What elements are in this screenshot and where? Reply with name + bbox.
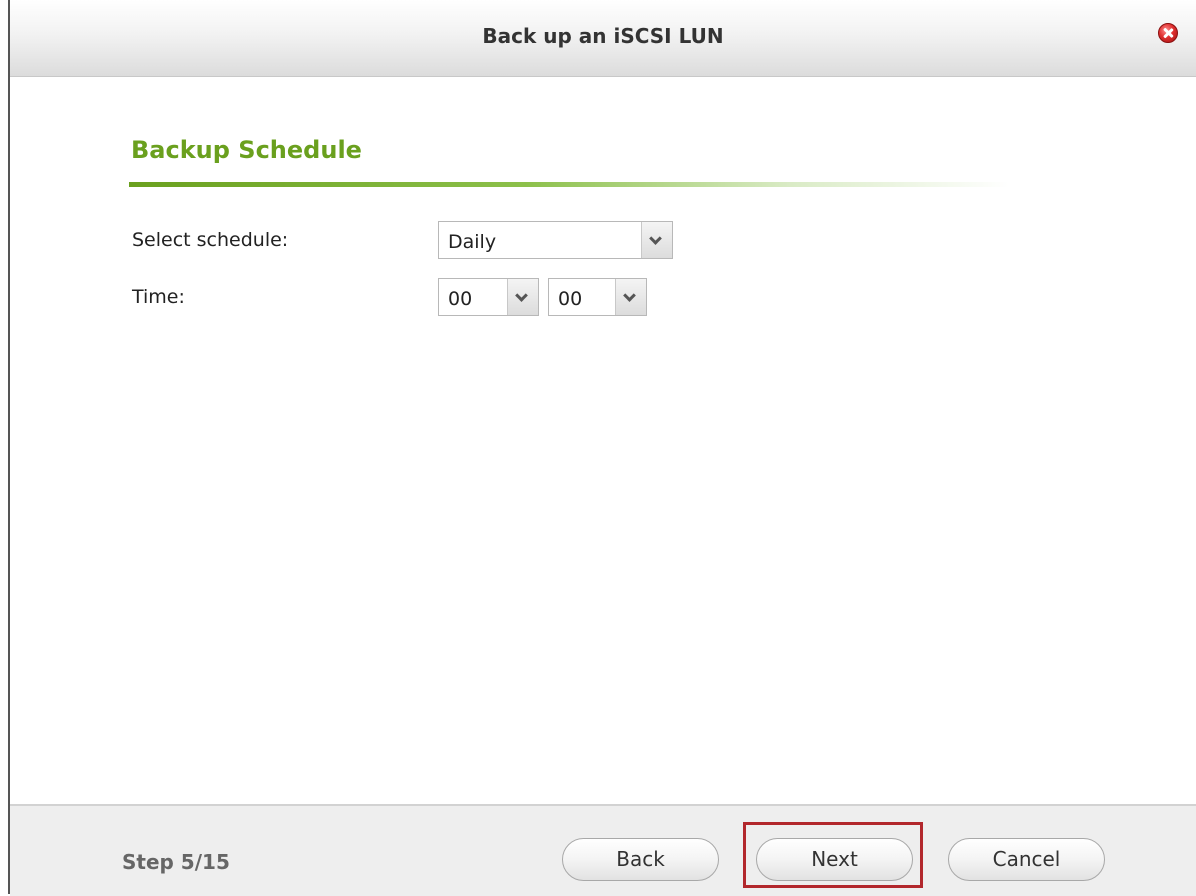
- wizard-footer: Step 5/15 Back Next Cancel: [10, 804, 1196, 896]
- dialog-window: Back up an iSCSI LUN Backup Schedule Sel…: [8, 0, 1196, 896]
- chevron-down-icon[interactable]: [507, 279, 538, 315]
- section-divider: [129, 182, 1009, 187]
- next-button[interactable]: Next: [756, 838, 913, 881]
- minute-select-value: 00: [558, 288, 583, 310]
- title-bar: Back up an iSCSI LUN: [10, 0, 1196, 77]
- chevron-down-icon[interactable]: [641, 222, 672, 258]
- cancel-button[interactable]: Cancel: [948, 838, 1105, 881]
- close-icon[interactable]: [1158, 23, 1178, 43]
- time-label: Time:: [132, 286, 185, 308]
- chevron-down-icon[interactable]: [615, 279, 646, 315]
- minute-select[interactable]: 00: [548, 278, 647, 316]
- section-title: Backup Schedule: [131, 136, 362, 164]
- step-indicator: Step 5/15: [122, 850, 230, 874]
- schedule-label: Select schedule:: [132, 229, 289, 251]
- hour-select-value: 00: [448, 288, 473, 310]
- back-button[interactable]: Back: [562, 838, 719, 881]
- hour-select[interactable]: 00: [438, 278, 539, 316]
- dialog-title: Back up an iSCSI LUN: [482, 24, 724, 48]
- schedule-select-value: Daily: [448, 231, 497, 253]
- schedule-select[interactable]: Daily: [438, 221, 673, 259]
